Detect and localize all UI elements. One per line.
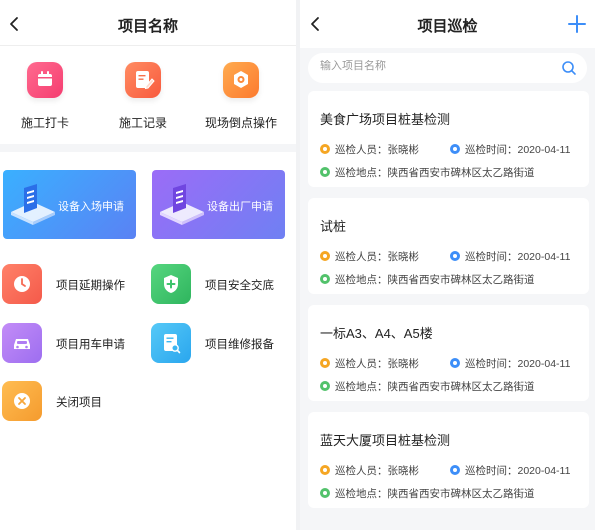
location-dot-icon [320, 381, 330, 391]
inspector-row: 巡检人员：张晓彬 [320, 356, 419, 371]
inspection-panel: 项目巡检 美食广场项目桩基检测 巡检人员：张晓彬 巡检时间：2020-04-11… [300, 0, 595, 530]
card-title: 一标A3、A4、A5楼 [320, 326, 433, 341]
page-title: 项目巡检 [417, 18, 478, 35]
inspection-place: 陕西省西安市碑林区太乙路街道 [387, 167, 535, 179]
section-divider [0, 144, 296, 152]
inspection-place: 陕西省西安市碑林区太乙路街道 [387, 274, 535, 286]
person-dot-icon [320, 144, 330, 154]
inspector-name: 张晓彬 [387, 251, 420, 263]
menu-item-repair[interactable]: 项目维修报备 [151, 323, 291, 363]
menu-item-close-project[interactable]: 关闭项目 [2, 381, 142, 421]
equipment-entry-banner[interactable]: 设备入场申请 [3, 170, 136, 239]
document-stack-icon [11, 184, 55, 225]
location-target-icon [223, 62, 259, 98]
inspection-card[interactable]: 一标A3、A4、A5楼 巡检人员：张晓彬 巡检时间：2020-04-11 巡检地… [308, 305, 589, 401]
clock-dot-icon [450, 358, 460, 368]
clock-dot-icon [450, 465, 460, 475]
card-title: 美食广场项目桩基检测 [320, 112, 451, 127]
inspection-place: 陕西省西安市碑林区太乙路街道 [387, 381, 535, 393]
document-stack-icon [160, 184, 204, 225]
menu-label: 项目延期操作 [56, 280, 125, 292]
place-row: 巡检地点：陕西省西安市碑林区太乙路街道 [320, 272, 535, 287]
clock-dot-icon [450, 144, 460, 154]
banner-label: 设备入场申请 [58, 201, 124, 213]
inspection-card[interactable]: 试桩 巡检人员：张晓彬 巡检时间：2020-04-11 巡检地点：陕西省西安市碑… [308, 198, 589, 294]
location-dot-icon [320, 488, 330, 498]
inspector-row: 巡检人员：张晓彬 [320, 249, 419, 264]
place-row: 巡检地点：陕西省西安市碑林区太乙路街道 [320, 486, 535, 501]
edit-record-icon [125, 62, 161, 98]
location-dot-icon [320, 167, 330, 177]
person-dot-icon [320, 465, 330, 475]
car-icon [2, 323, 42, 363]
time-row: 巡检时间：2020-04-11 [450, 249, 570, 264]
plus-icon[interactable] [565, 12, 589, 36]
inspection-card[interactable]: 美食广场项目桩基检测 巡检人员：张晓彬 巡检时间：2020-04-11 巡检地点… [308, 91, 589, 187]
menu-label: 项目维修报备 [205, 339, 274, 351]
menu-label: 项目用车申请 [56, 339, 125, 351]
time-row: 巡检时间：2020-04-11 [450, 356, 570, 371]
close-circle-icon [2, 381, 42, 421]
time-row: 巡检时间：2020-04-11 [450, 142, 570, 157]
menu-label: 关闭项目 [56, 397, 102, 409]
inspection-time: 2020-04-11 [517, 144, 571, 156]
navbar-divider [0, 45, 296, 46]
quick-action-record[interactable]: 施工记录 [98, 62, 188, 131]
inspector-row: 巡检人员：张晓彬 [320, 142, 419, 157]
left-navbar: 项目名称 [0, 0, 296, 48]
place-row: 巡检地点：陕西省西安市碑林区太乙路街道 [320, 379, 535, 394]
calendar-icon [27, 62, 63, 98]
person-dot-icon [320, 358, 330, 368]
inspector-name: 张晓彬 [387, 465, 420, 477]
banner-label: 设备出厂申请 [207, 201, 273, 213]
menu-item-delay[interactable]: 项目延期操作 [2, 264, 142, 304]
clock-dot-icon [450, 251, 460, 261]
search-bar [308, 53, 587, 83]
inspection-time: 2020-04-11 [517, 465, 571, 477]
quick-action-label: 施工打卡 [20, 116, 69, 130]
location-dot-icon [320, 274, 330, 284]
menu-item-vehicle[interactable]: 项目用车申请 [2, 323, 142, 363]
project-home-panel: 项目名称 施工打卡 施工记录 现场倒点操作 设备入场申请 设备出厂申请 项目延期… [0, 0, 296, 530]
menu-item-safety[interactable]: 项目安全交底 [151, 264, 291, 304]
search-input[interactable] [320, 60, 550, 72]
quick-action-location[interactable]: 现场倒点操作 [196, 62, 286, 131]
inspection-place: 陕西省西安市碑林区太乙路街道 [387, 488, 535, 500]
inspector-name: 张晓彬 [387, 358, 420, 370]
inspection-time: 2020-04-11 [517, 251, 571, 263]
card-title: 蓝天大厦项目桩基检测 [320, 433, 451, 448]
quick-action-checkin[interactable]: 施工打卡 [0, 62, 90, 131]
right-navbar: 项目巡检 [300, 0, 595, 48]
clock-icon [2, 264, 42, 304]
document-search-icon [151, 323, 191, 363]
menu-label: 项目安全交底 [205, 280, 274, 292]
inspection-card[interactable]: 蓝天大厦项目桩基检测 巡检人员：张晓彬 巡检时间：2020-04-11 巡检地点… [308, 412, 589, 508]
time-row: 巡检时间：2020-04-11 [450, 463, 570, 478]
card-title: 试桩 [320, 219, 347, 234]
equipment-exit-banner[interactable]: 设备出厂申请 [152, 170, 285, 239]
quick-action-label: 施工记录 [118, 116, 167, 130]
inspection-time: 2020-04-11 [517, 358, 571, 370]
place-row: 巡检地点：陕西省西安市碑林区太乙路街道 [320, 165, 535, 180]
page-title: 项目名称 [117, 18, 178, 35]
quick-action-label: 现场倒点操作 [204, 116, 277, 130]
shield-plus-icon [151, 264, 191, 304]
search-icon[interactable] [561, 60, 577, 76]
inspector-name: 张晓彬 [387, 144, 420, 156]
person-dot-icon [320, 251, 330, 261]
inspector-row: 巡检人员：张晓彬 [320, 463, 419, 478]
